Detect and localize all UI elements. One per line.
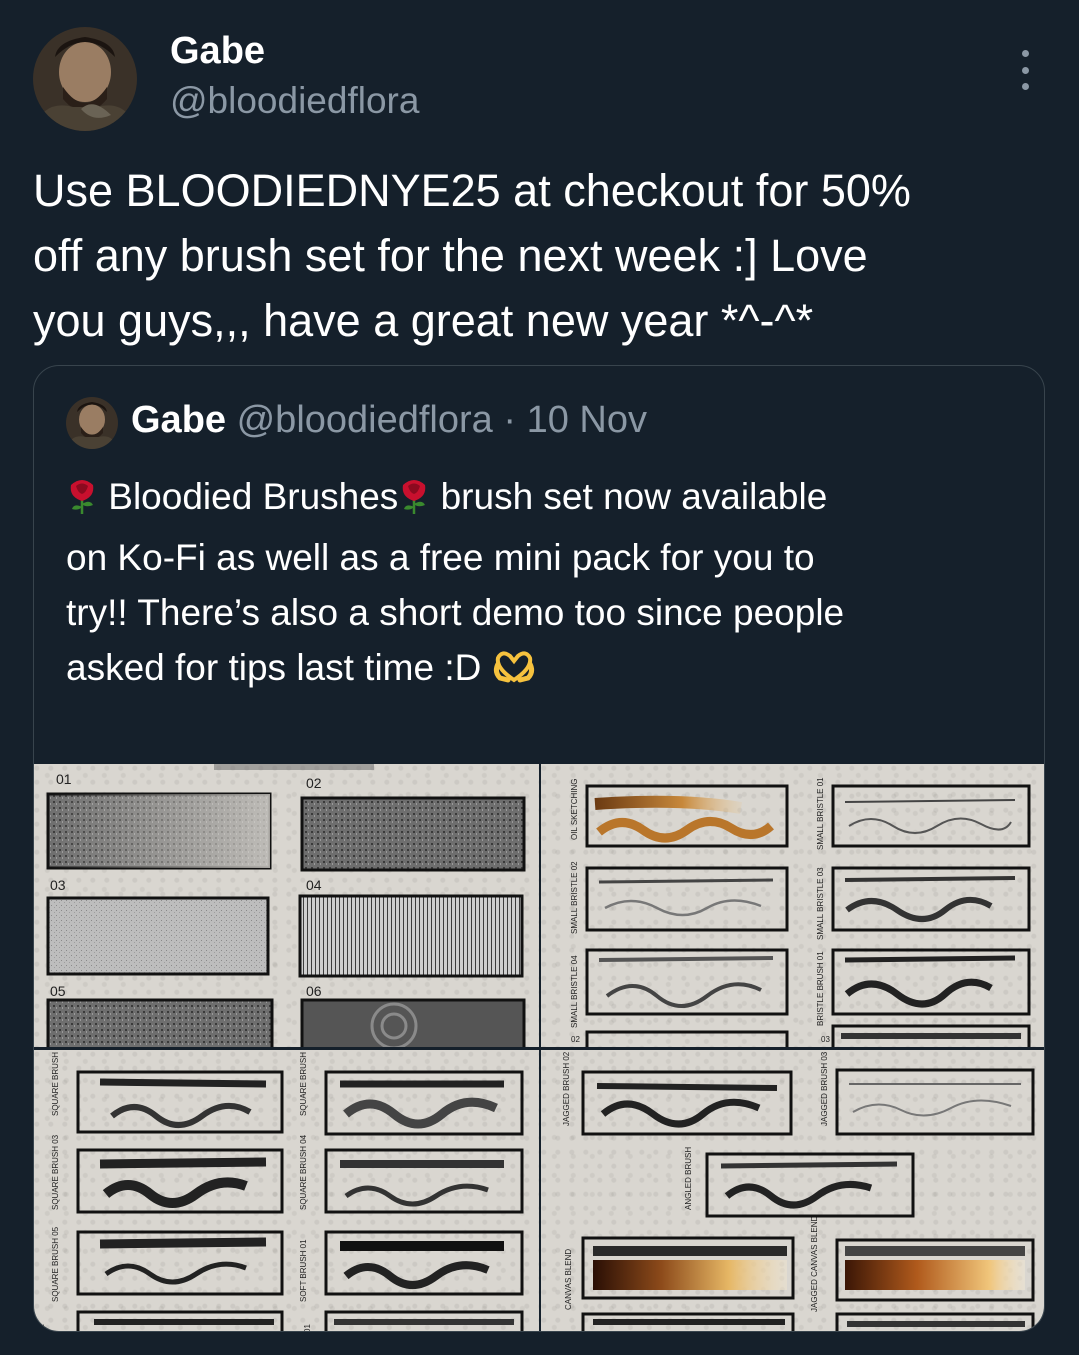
quoted-author-avatar[interactable]: [66, 397, 118, 449]
quoted-text-line: try!! There’s also a short demo too sinc…: [66, 592, 845, 633]
brush-label: SQUARE BRUSH 03: [51, 1134, 60, 1210]
quoted-text-line: Bloodied Brushes brush set now available: [66, 469, 1026, 530]
heart-hands-icon: [492, 644, 536, 699]
quoted-text-line: asked for tips last time :D: [66, 640, 1026, 699]
brush-label: ANGLED BRUSH: [684, 1147, 693, 1210]
meta-separator: ·: [503, 399, 517, 441]
author-name[interactable]: Gabe: [170, 30, 265, 73]
tweet-text: Use BLOODIEDNYE25 at checkout for 50% of…: [33, 158, 1033, 353]
media-image-bristle-brushes[interactable]: OIL SKETCHING SMALL BRISTLE 01 SMALL BRI…: [541, 764, 1044, 1047]
brush-label: SQUARE BRUSH 04: [299, 1134, 308, 1210]
brush-label: SQUARE BRUSH 05: [51, 1226, 60, 1302]
quoted-tweet[interactable]: Gabe @bloodiedflora · 10 Nov Bloodied Br…: [33, 365, 1045, 1332]
brush-label: CANVAS BLEND: [564, 1249, 573, 1310]
brush-label: JAGGED BRUSH 03: [820, 1051, 829, 1126]
brush-label: JAGGED BRUSH 02: [562, 1051, 571, 1126]
quoted-tweet-meta: Gabe @bloodiedflora · 10 Nov: [131, 399, 647, 442]
swatch-label: 03: [50, 877, 66, 893]
brush-label: SMALL BRISTLE 02: [570, 861, 579, 934]
brush-label: 02: [37, 1324, 46, 1332]
author-avatar[interactable]: [33, 27, 137, 131]
brush-label: BRISTLE BRUSH 01: [816, 951, 825, 1026]
swatch-label: 06: [306, 983, 322, 999]
brush-label: JAGGED CANVAS BLEND: [810, 1215, 819, 1312]
rose-icon: [398, 475, 430, 530]
swatch-label: 04: [306, 877, 322, 893]
swatch-label: 05: [50, 983, 66, 999]
brush-label: SQUARE BRUSH 01: [51, 1050, 60, 1116]
brush-label: SMALL BRISTLE 04: [570, 955, 579, 1028]
media-image-square-brushes[interactable]: SQUARE BRUSH 01 SQUARE BRUSH 02 SQUARE B…: [34, 1050, 539, 1332]
quoted-text-segment: Bloodied Brushes: [108, 476, 399, 517]
author-handle[interactable]: @bloodiedflora: [170, 80, 419, 122]
brush-label: OIL SKETCHING: [570, 779, 579, 841]
quoted-text-segment: brush set now available: [440, 476, 828, 517]
media-image-jagged-brushes[interactable]: JAGGED BRUSH 02 JAGGED BRUSH 03 ANGLED B…: [541, 1050, 1044, 1331]
brush-label: SMALL BRISTLE 01: [816, 777, 825, 850]
media-image-texture-swatches[interactable]: 01 02 03 04 05 06: [34, 764, 539, 1047]
quoted-text-line: on Ko-Fi as well as a free mini pack for…: [66, 537, 815, 578]
brush-label: SQUARE BRUSH 02: [299, 1050, 308, 1116]
media-grid: 01 02 03 04 05 06 OIL SKETCHING SMALL BR…: [34, 764, 1044, 1332]
rose-icon: [66, 475, 98, 530]
brush-label: SMALL BRISTLE 03: [816, 867, 825, 940]
brush-label: SOFT BRUSH 01: [299, 1239, 308, 1302]
more-vertical-icon[interactable]: [1015, 50, 1035, 90]
quoted-tweet-date[interactable]: 10 Nov: [527, 399, 647, 441]
tweet-text-line: Use BLOODIEDNYE25 at checkout for 50%: [33, 165, 911, 216]
brush-label: 02: [571, 1035, 580, 1044]
quoted-tweet-text: Bloodied Brushes brush set now available…: [66, 469, 1026, 699]
quoted-author-handle[interactable]: @bloodiedflora: [237, 399, 493, 441]
brush-label: 03: [821, 1035, 830, 1044]
tweet-text-line: off any brush set for the next week :] L…: [33, 230, 868, 281]
tweet-text-line: you guys,,, have a great new year *^-^*: [33, 295, 814, 346]
swatch-label: 02: [306, 775, 322, 791]
quoted-author-name[interactable]: Gabe: [131, 399, 226, 441]
brush-label: 01: [303, 1324, 312, 1332]
quoted-text-segment: asked for tips last time :D: [66, 647, 482, 688]
swatch-label: 01: [56, 771, 72, 787]
